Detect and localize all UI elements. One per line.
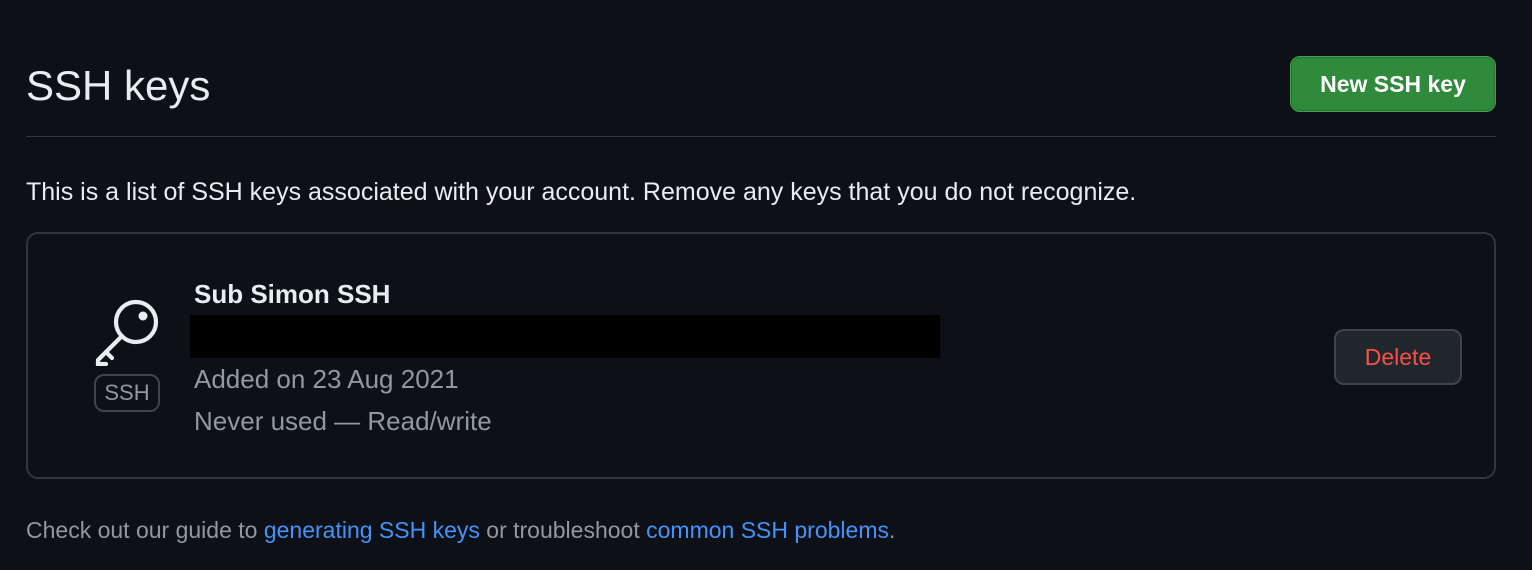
page-description: This is a list of SSH keys associated wi… — [26, 178, 1137, 206]
key-fingerprint-redacted — [190, 315, 940, 358]
key-usage-status: Never used — Read/write — [194, 406, 492, 436]
new-ssh-key-button[interactable]: New SSH key — [1290, 56, 1496, 112]
generating-ssh-keys-link[interactable]: generating SSH keys — [264, 517, 480, 543]
footer-prefix: Check out our guide to — [26, 517, 264, 543]
page-title: SSH keys — [26, 62, 211, 109]
help-footer: Check out our guide to generating SSH ke… — [26, 514, 895, 546]
footer-suffix: . — [888, 517, 896, 543]
key-added-date: Added on 23 Aug 2021 — [194, 364, 459, 394]
key-icon — [92, 296, 164, 368]
page-header: SSH keys New SSH key — [26, 0, 1496, 137]
common-ssh-problems-link[interactable]: common SSH problems — [646, 517, 889, 543]
ssh-key-item: SSH Sub Simon SSH Added on 23 Aug 2021 N… — [26, 232, 1496, 479]
key-type-badge: SSH — [94, 374, 160, 412]
delete-key-button[interactable]: Delete — [1334, 329, 1462, 385]
footer-middle: or troubleshoot — [479, 517, 647, 543]
ssh-keys-page: SSH keys New SSH key This is a list of S… — [0, 0, 1532, 570]
key-title: Sub Simon SSH — [194, 279, 391, 309]
